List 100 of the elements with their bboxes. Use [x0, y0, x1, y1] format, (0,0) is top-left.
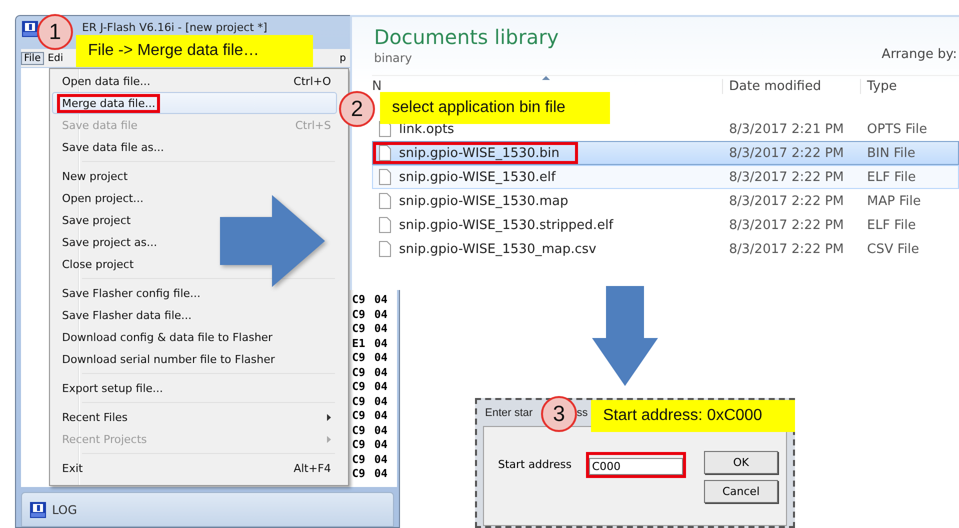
file-type: OPTS File: [866, 122, 928, 136]
menu-item[interactable]: Save Flasher config file...: [52, 282, 337, 304]
menu-item-label: New project: [61, 168, 129, 184]
file-type: ELF File: [866, 218, 917, 232]
arrange-by-label: Arrange by:: [882, 47, 957, 64]
menu-item-label: Open data file...: [61, 74, 152, 90]
menu-item-label: Exit: [61, 460, 84, 476]
hex-value: 04: [374, 409, 388, 424]
file-date: 8/3/2017 2:22 PM: [728, 170, 845, 184]
callout-note: select application bin file: [380, 92, 610, 124]
file-date: 8/3/2017 2:22 PM: [728, 146, 845, 160]
file-date: 8/3/2017 2:21 PM: [728, 122, 845, 136]
menu-bar-item[interactable]: Edi: [46, 52, 66, 64]
app-logo-icon: [30, 502, 46, 518]
file-type: CSV File: [866, 242, 920, 256]
file-row[interactable]: snip.gpio-WISE_1530.elf 8/3/2017 2:22 PM ELF File: [372, 165, 959, 189]
file-type: ELF File: [866, 170, 917, 184]
menu-bar-item[interactable]: File: [21, 52, 44, 64]
callout-note: Start address: 0xC000: [591, 400, 795, 432]
hex-value: C9: [352, 394, 366, 409]
menu-item[interactable]: Save Flasher data file...: [52, 304, 337, 326]
hex-value: C9: [352, 452, 366, 467]
menu-item-label: Save Flasher config file...: [61, 286, 202, 302]
dialog-button[interactable]: OK: [704, 451, 778, 474]
file-icon: [379, 217, 391, 233]
shortcut-label: Ctrl+O: [294, 74, 331, 88]
hex-value: 04: [374, 366, 388, 380]
menu-item[interactable]: Close project: [52, 253, 337, 275]
file-type: BIN File: [866, 146, 916, 160]
file-icon: [379, 241, 391, 257]
menu-item-label: Merge data file...: [57, 94, 160, 112]
menu-item[interactable]: Open project...: [52, 187, 337, 209]
menu-item-label: Save Flasher data file...: [61, 308, 193, 324]
file-row[interactable]: snip.gpio-WISE_1530.stripped.elf 8/3/2017 2:22 PM ELF File: [372, 213, 959, 237]
column-header[interactable]: Date modified: [729, 78, 822, 94]
menu-item-label: Save project: [61, 212, 132, 228]
file-type: MAP File: [866, 194, 922, 208]
menu-item-label: Download config & data file to Flasher: [61, 330, 274, 346]
hex-value: C9: [352, 467, 366, 482]
file-icon: [379, 169, 391, 185]
file-date: 8/3/2017 2:22 PM: [728, 194, 845, 208]
file-icon: [379, 193, 391, 209]
hex-value: C9: [352, 438, 366, 452]
file-name: snip.gpio-WISE_1530.elf: [399, 170, 556, 184]
file-icon: [379, 145, 391, 161]
menu-item[interactable]: Recent Files: [52, 406, 337, 428]
file-name: snip.gpio-WISE_1530.map: [399, 194, 568, 208]
menu-item[interactable]: Download config & data file to Flasher: [52, 326, 337, 348]
file-name: snip.gpio-WISE_1530.bin: [399, 146, 560, 160]
hex-value: 04: [374, 351, 388, 366]
menu-item-label: Save data file as...: [61, 140, 165, 156]
down-arrow-icon: [592, 286, 658, 386]
menu-item[interactable]: Exit Alt+F4: [52, 457, 337, 479]
right-arrow-icon: [220, 195, 325, 287]
menu-item[interactable]: Save project as...: [52, 231, 337, 253]
hex-value: C9: [352, 366, 366, 380]
window-title: ER J-Flash V6.16i - [new project *]: [82, 21, 268, 34]
hex-value: 04: [374, 380, 388, 394]
dialog-title: ss: [576, 407, 588, 419]
file-row[interactable]: snip.gpio-WISE_1530_map.csv 8/3/2017 2:22 PM CSV File: [372, 237, 959, 261]
column-header[interactable]: N: [372, 78, 382, 94]
menu-bar-item[interactable]: p: [338, 52, 348, 64]
start-address-field[interactable]: C000: [589, 458, 683, 475]
menu-item[interactable]: Merge data file...: [52, 92, 337, 114]
folder-name: binary: [374, 51, 413, 65]
menu-item-label: Export setup file...: [61, 380, 164, 396]
shortcut-label: Alt+F4: [294, 462, 331, 474]
column-header[interactable]: Type: [867, 78, 897, 94]
shortcut-label: Ctrl+S: [295, 118, 331, 132]
dialog-button[interactable]: Cancel: [704, 480, 778, 503]
app-logo-icon: [22, 21, 38, 37]
hex-value: 04: [374, 452, 388, 467]
library-title: Documents library: [374, 25, 559, 49]
file-row[interactable]: snip.gpio-WISE_1530.bin 8/3/2017 2:22 PM BIN File: [372, 141, 959, 165]
menu-item-label: Recent Files: [61, 410, 129, 426]
hex-value: 04: [374, 293, 388, 308]
field-label: Start address: [498, 458, 573, 471]
menu-item-label: Close project: [61, 256, 135, 272]
file-name: snip.gpio-WISE_1530.stripped.elf: [399, 218, 614, 232]
hex-value: C9: [352, 409, 366, 424]
hex-value: 04: [374, 322, 388, 336]
sort-arrow-icon: [542, 76, 550, 80]
menu-item[interactable]: Open data file... Ctrl+O: [52, 70, 337, 92]
callout-note: File -> Merge data file…: [76, 35, 313, 67]
menu-item[interactable]: New project: [52, 165, 337, 187]
file-name: snip.gpio-WISE_1530_map.csv: [399, 242, 596, 256]
log-title: LOG: [52, 502, 78, 516]
file-date: 8/3/2017 2:22 PM: [728, 218, 845, 232]
menu-item[interactable]: Save data file as...: [52, 136, 337, 158]
file-row[interactable]: snip.gpio-WISE_1530.map 8/3/2017 2:22 PM MAP File: [372, 189, 959, 213]
menu-item[interactable]: Save project: [52, 209, 337, 231]
hex-value: C9: [352, 424, 366, 438]
hex-value: C9: [352, 380, 366, 394]
hex-value: 04: [374, 424, 388, 438]
menu-item[interactable]: Download serial number file to Flasher: [52, 348, 337, 370]
menu-item[interactable]: Export setup file...: [52, 377, 337, 399]
menu-item-label: Open project...: [61, 190, 145, 206]
hex-value: 04: [374, 467, 388, 482]
hex-value: 04: [374, 308, 388, 322]
hex-value: C9: [352, 308, 366, 322]
